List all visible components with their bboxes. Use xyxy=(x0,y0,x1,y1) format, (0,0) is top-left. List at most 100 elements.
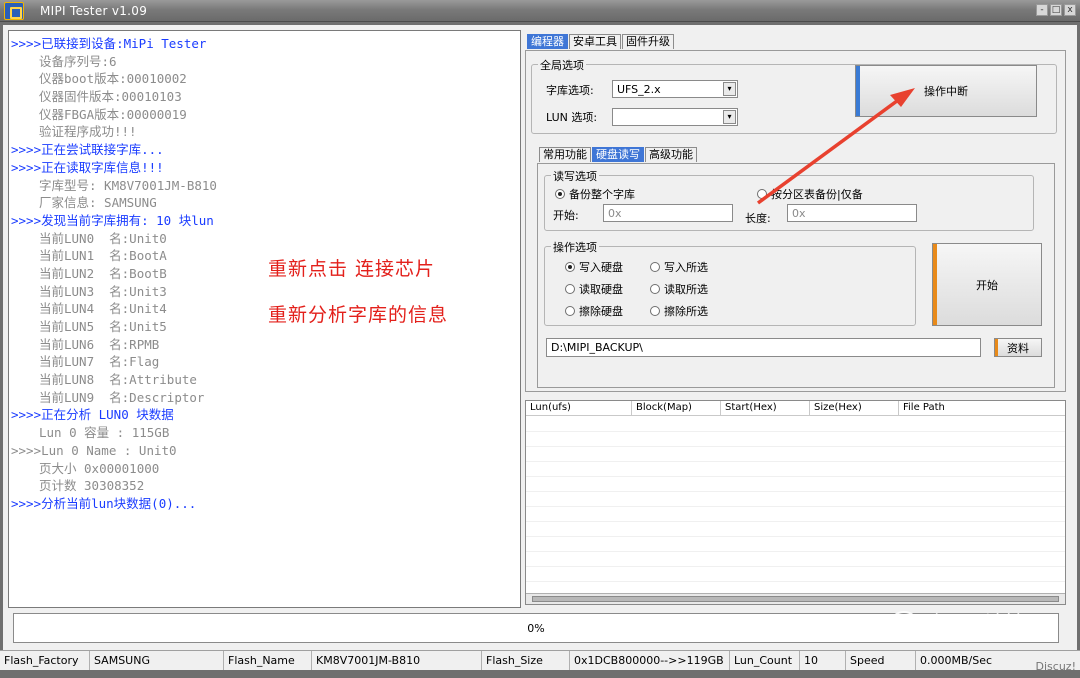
log-line: 页计数 30308352 xyxy=(39,478,145,494)
tab-advanced-functions[interactable]: 高级功能 xyxy=(645,147,697,162)
length-input[interactable]: 0x xyxy=(787,204,917,222)
tab-programmer[interactable]: 编程器 xyxy=(527,34,568,49)
rw-options-group: 读写选项 备份整个字库 按分区表备份|仅备 开始: 0x 长度: 0x xyxy=(544,168,1034,231)
write-disk-label: 写入硬盘 xyxy=(579,261,623,274)
log-line: 当前LUN6 名:RPMB xyxy=(39,336,160,352)
path-input[interactable]: D:\MIPI_BACKUP\ xyxy=(546,338,981,357)
log-line: 页大小 0x00001000 xyxy=(39,460,160,476)
status-value-flash-factory: SAMSUNG xyxy=(90,651,224,670)
close-button[interactable]: x xyxy=(1064,4,1076,16)
status-label-flash-factory: Flash_Factory xyxy=(0,651,90,670)
browse-button[interactable]: 资料 xyxy=(994,338,1042,357)
chevron-down-icon[interactable]: ▾ xyxy=(723,110,736,124)
watermark-text: 恒熙科技 xyxy=(932,613,1029,638)
status-bar: Flash_Factory SAMSUNG Flash_Name KM8V700… xyxy=(0,650,1080,670)
tab-disk-rw[interactable]: 硬盘读写 xyxy=(592,147,644,162)
radio-dot-icon xyxy=(565,306,575,316)
global-options-title: 全局选项 xyxy=(538,57,586,73)
log-line: >>>>Lun 0 Name : Unit0 xyxy=(11,442,177,458)
log-line: Lun 0 容量 : 115GB xyxy=(39,425,170,441)
lun-label: LUN 选项: xyxy=(546,111,598,124)
erase-disk-label: 擦除硬盘 xyxy=(579,305,623,318)
status-value-lun-count: 10 xyxy=(800,651,846,670)
op-options-group: 操作选项 写入硬盘 写入所选 读取硬盘 读取所选 擦除硬盘 擦除所选 xyxy=(544,239,916,326)
main-tab-strip: 编程器 安卓工具 固件升级 xyxy=(527,34,674,49)
font-lib-select[interactable]: UFS_2.x ▾ xyxy=(612,80,738,98)
read-selected-label: 读取所选 xyxy=(664,283,708,296)
log-line: >>>>正在读取字库信息!!! xyxy=(11,159,164,175)
log-line: 当前LUN3 名:Unit3 xyxy=(39,283,167,299)
radio-dot-icon xyxy=(565,262,575,272)
accent-bar xyxy=(933,244,937,325)
backup-partition-radio[interactable]: 按分区表备份|仅备 xyxy=(757,186,863,202)
col-block[interactable]: Block(Map) xyxy=(632,401,721,415)
app-icon xyxy=(4,2,24,20)
minimize-button[interactable]: - xyxy=(1036,4,1048,16)
col-size[interactable]: Size(Hex) xyxy=(810,401,899,415)
log-line: 验证程序成功!!! xyxy=(39,124,137,140)
log-line: 当前LUN1 名:BootA xyxy=(39,248,167,264)
file-table[interactable]: Lun(ufs) Block(Map) Start(Hex) Size(Hex)… xyxy=(525,400,1066,605)
maximize-button[interactable]: □ xyxy=(1050,4,1062,16)
radio-dot-icon xyxy=(650,306,660,316)
start-button[interactable]: 开始 xyxy=(932,243,1042,326)
chevron-down-icon[interactable]: ▾ xyxy=(723,82,736,96)
sub-tab-strip: 常用功能 硬盘读写 高级功能 xyxy=(539,147,697,162)
write-disk-radio[interactable]: 写入硬盘 xyxy=(565,259,623,275)
radio-dot-icon xyxy=(757,189,767,199)
log-line: 当前LUN0 名:Unit0 xyxy=(39,230,167,246)
font-lib-label: 字库选项: xyxy=(546,84,594,97)
log-line: 仪器FBGA版本:00000019 xyxy=(39,106,187,122)
col-file-path[interactable]: File Path xyxy=(899,401,1065,415)
log-line: 设备序列号:6 xyxy=(39,53,117,69)
erase-disk-radio[interactable]: 擦除硬盘 xyxy=(565,303,623,319)
write-selected-radio[interactable]: 写入所选 xyxy=(650,259,708,275)
status-label-flash-size: Flash_Size xyxy=(482,651,570,670)
op-options-title: 操作选项 xyxy=(551,239,599,255)
annotation-reconnect: 重新点击 连接芯片 xyxy=(268,258,436,280)
horizontal-scrollbar[interactable] xyxy=(526,593,1065,604)
tab-android-tools[interactable]: 安卓工具 xyxy=(569,34,621,49)
scrollbar-thumb[interactable] xyxy=(532,596,1059,602)
disk-rw-panel: 读写选项 备份整个字库 按分区表备份|仅备 开始: 0x 长度: 0x 操作选项 xyxy=(537,163,1055,388)
abort-button[interactable]: 操作中断 xyxy=(855,65,1037,117)
radio-dot-icon xyxy=(565,284,575,294)
table-header: Lun(ufs) Block(Map) Start(Hex) Size(Hex)… xyxy=(526,401,1065,416)
tab-firmware-upgrade[interactable]: 固件升级 xyxy=(622,34,674,49)
status-value-flash-name: KM8V7001JM-B810 xyxy=(312,651,482,670)
accent-bar xyxy=(856,66,860,116)
log-line: 当前LUN8 名:Attribute xyxy=(39,372,197,388)
global-options-group: 全局选项 字库选项: UFS_2.x ▾ LUN 选项: ▾ 操作中断 xyxy=(531,57,1057,134)
rw-options-title: 读写选项 xyxy=(551,168,599,184)
col-start[interactable]: Start(Hex) xyxy=(721,401,810,415)
log-line: 字库型号: KM8V7001JM-B810 xyxy=(39,177,217,193)
log-line: >>>>正在尝试联接字库... xyxy=(11,142,164,158)
log-line: >>>>已联接到设备:MiPi Tester xyxy=(11,36,207,51)
start-input[interactable]: 0x xyxy=(603,204,733,222)
read-disk-label: 读取硬盘 xyxy=(579,283,623,296)
window-controls: - □ x xyxy=(1036,4,1076,16)
radio-dot-icon xyxy=(650,262,660,272)
discuz-watermark: Discuz! xyxy=(1035,660,1076,673)
length-label: 长度: xyxy=(745,212,771,225)
watermark: 恒熙科技 xyxy=(890,607,1028,639)
lun-select[interactable]: ▾ xyxy=(612,108,738,126)
start-button-label: 开始 xyxy=(976,278,998,292)
read-selected-radio[interactable]: 读取所选 xyxy=(650,281,708,297)
backup-partition-label: 按分区表备份|仅备 xyxy=(771,188,863,201)
status-label-speed: Speed xyxy=(846,651,916,670)
log-line: 仪器固件版本:00010103 xyxy=(39,89,182,105)
log-line: 当前LUN7 名:Flag xyxy=(39,354,160,370)
read-disk-radio[interactable]: 读取硬盘 xyxy=(565,281,623,297)
annotation-reanalyze: 重新分析字库的信息 xyxy=(268,304,449,326)
abort-button-label: 操作中断 xyxy=(924,85,968,98)
log-line: >>>>正在分析 LUN0 块数据 xyxy=(11,407,174,423)
status-label-lun-count: Lun_Count xyxy=(730,651,800,670)
backup-all-label: 备份整个字库 xyxy=(569,188,635,201)
log-line: 当前LUN2 名:BootB xyxy=(39,265,167,281)
backup-all-radio[interactable]: 备份整个字库 xyxy=(555,186,635,202)
log-line: 厂家信息: SAMSUNG xyxy=(39,195,157,211)
tab-common-functions[interactable]: 常用功能 xyxy=(539,147,591,162)
erase-selected-radio[interactable]: 擦除所选 xyxy=(650,303,708,319)
col-lun[interactable]: Lun(ufs) xyxy=(526,401,632,415)
